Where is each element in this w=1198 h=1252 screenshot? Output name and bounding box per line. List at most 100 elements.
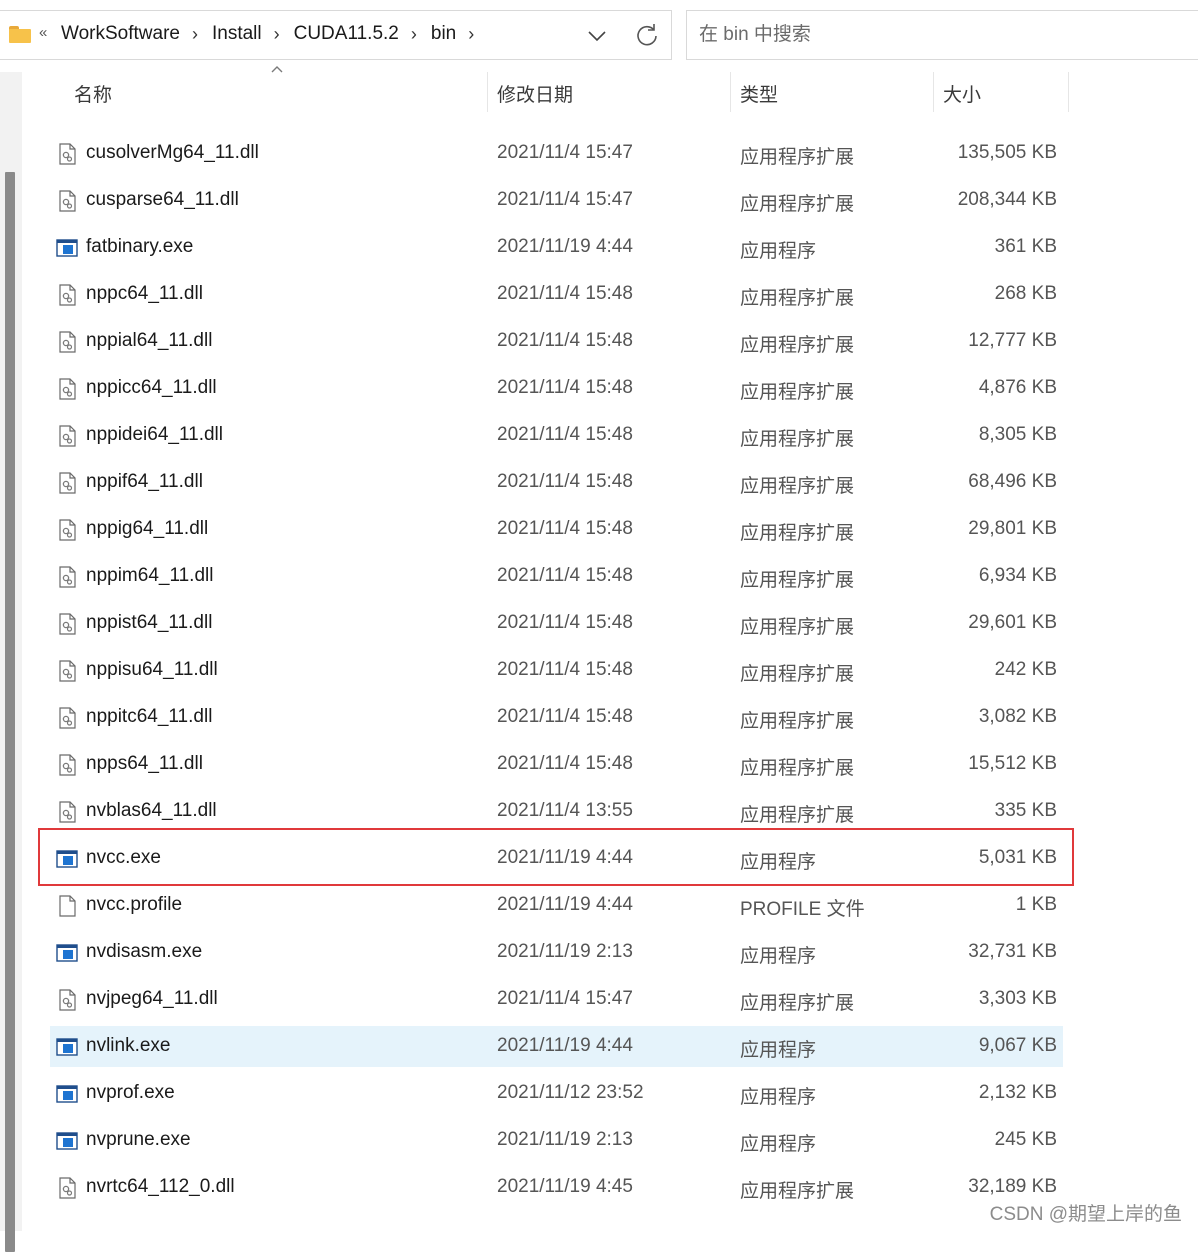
file-modified-date: 2021/11/4 15:48 [497,753,633,774]
file-type: 应用程序扩展 [740,429,855,450]
refresh-icon[interactable] [633,21,661,49]
table-row[interactable]: nvjpeg64_11.dll 2021/11/4 15:47 应用程序扩展 3,30… [50,979,1063,1020]
table-row[interactable]: nvprune.exe 2021/11/19 2:13 应用程序 245 KB [50,1120,1063,1161]
table-row[interactable]: cusparse64_11.dll 2021/11/4 15:47 应用程序扩展 20… [50,180,1063,221]
column-divider[interactable] [730,72,731,112]
table-row[interactable]: nppicc64_11.dll 2021/11/4 15:48 应用程序扩展 4,87… [50,368,1063,409]
file-modified-date: 2021/11/19 2:13 [497,941,633,962]
file-size: 245 KB [994,1129,1057,1150]
dll-file-icon [56,660,78,682]
file-type: 应用程序扩展 [740,147,855,168]
dll-file-icon [56,1177,78,1199]
table-row[interactable]: nppif64_11.dll 2021/11/4 15:48 应用程序扩展 68,49… [50,462,1063,503]
table-row[interactable]: nppim64_11.dll 2021/11/4 15:48 应用程序扩展 6,934… [50,556,1063,597]
sort-ascending-icon [271,66,283,73]
file-name: nppidei64_11.dll [86,424,223,445]
dll-file-icon [56,284,78,306]
file-name: nppif64_11.dll [86,471,203,492]
file-type: 应用程序扩展 [740,805,855,826]
column-header-type[interactable]: 类型 [740,80,778,107]
address-bar[interactable]: « WorkSoftware › Install › CUDA11.5.2 › … [0,10,672,60]
folder-icon [9,26,31,43]
file-type: 应用程序 [740,241,817,262]
breadcrumb-item[interactable]: Install [212,23,262,45]
highlight-annotation [38,828,1074,886]
file-size: 29,601 KB [968,612,1057,633]
file-name: nvcc.profile [86,894,183,915]
breadcrumb: WorkSoftware › Install › CUDA11.5.2 › bi… [61,23,488,45]
table-row-partial[interactable] [50,1214,1063,1231]
file-size: 2,132 KB [978,1082,1057,1103]
file-name: nppitc64_11.dll [86,706,213,727]
column-header-name[interactable]: 名称 [74,80,112,107]
file-list: cusolverMg64_11.dll 2021/11/4 15:47 应用程序扩展… [0,0,1198,1231]
file-name: nppim64_11.dll [86,565,214,586]
file-size: 268 KB [994,283,1057,304]
file-name: nppist64_11.dll [86,612,213,633]
file-modified-date: 2021/11/4 15:48 [497,377,633,398]
file-modified-date: 2021/11/4 15:48 [497,283,633,304]
table-row[interactable]: nppc64_11.dll 2021/11/4 15:48 应用程序扩展 268 KB [50,274,1063,315]
table-row[interactable]: nppig64_11.dll 2021/11/4 15:48 应用程序扩展 29,80… [50,509,1063,550]
table-row[interactable]: nvblas64_11.dll 2021/11/4 13:55 应用程序扩展 335 … [50,791,1063,832]
search-box[interactable] [686,10,1198,60]
file-name: nvprof.exe [86,1082,175,1103]
breadcrumb-item[interactable]: bin [431,23,456,45]
file-name: nvdisasm.exe [86,941,203,962]
chevron-right-icon[interactable]: › [274,24,280,45]
table-row[interactable]: nvdisasm.exe 2021/11/19 2:13 应用程序 32,731 KB [50,932,1063,973]
table-row[interactable]: nppisu64_11.dll 2021/11/4 15:48 应用程序扩展 242 … [50,650,1063,691]
table-row[interactable]: nppist64_11.dll 2021/11/4 15:48 应用程序扩展 29,6… [50,603,1063,644]
chevron-right-icon[interactable]: › [468,24,474,45]
column-header-date[interactable]: 修改日期 [497,80,573,107]
dll-file-icon [56,143,78,165]
table-row-selected[interactable]: nvlink.exe 2021/11/19 4:44 应用程序 9,067 KB [50,1026,1063,1067]
dll-file-icon [56,754,78,776]
dll-file-icon [56,613,78,635]
file-size: 9,067 KB [978,1035,1057,1056]
file-type: 应用程序 [740,1134,817,1155]
table-row[interactable]: nppidei64_11.dll 2021/11/4 15:48 应用程序扩展 8,3… [50,415,1063,456]
chevron-down-icon[interactable] [583,22,611,50]
breadcrumb-overflow-button[interactable]: « [39,24,47,41]
file-name: nppial64_11.dll [86,330,213,351]
file-modified-date: 2021/11/4 13:55 [497,800,633,821]
column-divider[interactable] [1068,72,1069,112]
dll-file-icon [56,378,78,400]
breadcrumb-item[interactable]: WorkSoftware [61,23,180,45]
file-size: 6,934 KB [978,565,1057,586]
table-row[interactable]: cusolverMg64_11.dll 2021/11/4 15:47 应用程序扩展… [50,133,1063,174]
column-divider[interactable] [933,72,934,112]
table-row[interactable]: nppitc64_11.dll 2021/11/4 15:48 应用程序扩展 3,08… [50,697,1063,738]
file-size: 361 KB [994,236,1057,257]
file-name: npps64_11.dll [86,753,203,774]
file-size: 29,801 KB [968,518,1057,539]
file-modified-date: 2021/11/4 15:48 [497,612,633,633]
file-size: 208,344 KB [957,189,1057,210]
column-divider[interactable] [487,72,488,112]
chevron-right-icon[interactable]: › [192,24,198,45]
file-name: cusparse64_11.dll [86,189,239,210]
table-row[interactable]: nvcc.profile 2021/11/19 4:44 PROFILE 文件 1 K… [50,885,1063,926]
breadcrumb-item[interactable]: CUDA11.5.2 [294,23,399,45]
table-row[interactable]: npps64_11.dll 2021/11/4 15:48 应用程序扩展 15,512… [50,744,1063,785]
column-header-size[interactable]: 大小 [943,80,981,107]
table-row[interactable]: fatbinary.exe 2021/11/19 4:44 应用程序 361 KB [50,227,1063,268]
exe-file-icon [56,1036,78,1058]
file-size: 3,303 KB [978,988,1057,1009]
file-size: 32,731 KB [968,941,1057,962]
search-input[interactable] [697,23,1181,47]
file-modified-date: 2021/11/4 15:47 [497,988,633,1009]
exe-file-icon [56,237,78,259]
file-modified-date: 2021/11/19 4:44 [497,1035,633,1056]
dll-file-icon [56,425,78,447]
table-row[interactable]: nppial64_11.dll 2021/11/4 15:48 应用程序扩展 12,7… [50,321,1063,362]
table-row[interactable]: nvrtc64_112_0.dll 2021/11/19 4:45 应用程序扩展 32… [50,1167,1063,1208]
blank-file-icon [56,895,78,917]
file-size: 8,305 KB [978,424,1057,445]
dll-file-icon [56,566,78,588]
chevron-right-icon[interactable]: › [411,24,417,45]
file-modified-date: 2021/11/4 15:47 [497,189,633,210]
table-row[interactable]: nvprof.exe 2021/11/12 23:52 应用程序 2,132 KB [50,1073,1063,1114]
file-type: 应用程序扩展 [740,570,855,591]
